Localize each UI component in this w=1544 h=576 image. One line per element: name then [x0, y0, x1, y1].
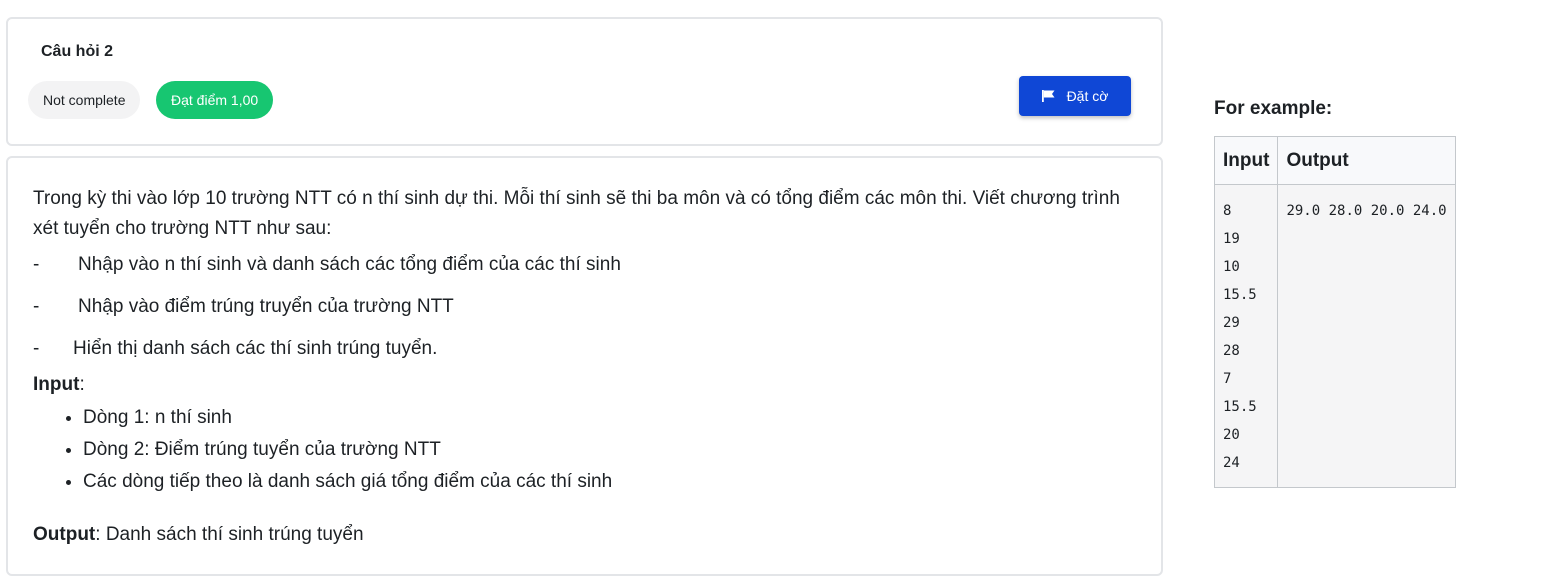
question-title: Câu hỏi 2 [41, 43, 114, 60]
flag-icon [1041, 90, 1055, 102]
example-input-cell: 8 19 10 15.5 29 28 7 15.5 20 24 [1213, 184, 1279, 488]
flag-question-button[interactable]: Đặt cờ [1019, 76, 1131, 116]
grade-badge: Đạt điểm 1,00 [156, 81, 274, 119]
output-heading: Output [33, 524, 96, 545]
example-table: Input Output 8 19 10 15.5 29 28 7 15.5 2… [1213, 136, 1456, 488]
output-section: Output: Danh sách thí sinh trúng tuyển [33, 520, 1143, 550]
example-output-text: 29.0 28.0 20.0 24.0 [1286, 203, 1447, 219]
requirement-text: Nhập vào n thí sinh và danh sách các tổn… [78, 254, 621, 275]
input-list-item: Dòng 2: Điểm trúng tuyển của trường NTT [83, 434, 1143, 466]
example-row: 8 19 10 15.5 29 28 7 15.5 20 24 29.0 28.… [1213, 184, 1456, 488]
completion-status-badge: Not complete [28, 81, 141, 119]
input-heading: Input [33, 374, 80, 395]
dash-marker: - [33, 338, 40, 359]
input-list-item: Dòng 1: n thí sinh [83, 402, 1143, 434]
example-header-row: Input Output [1213, 136, 1456, 185]
requirement-item: - Nhập vào n thí sinh và danh sách các t… [33, 244, 1143, 286]
example-input-text: 8 19 10 15.5 29 28 7 15.5 20 24 [1223, 203, 1257, 471]
question-info-card: Câu hỏi 2 Not complete Đạt điểm 1,00 Đặt… [6, 17, 1163, 146]
requirement-item: - Hiển thị danh sách các thí sinh trúng … [33, 328, 1143, 370]
dash-marker: - [33, 254, 40, 275]
flag-button-label: Đặt cờ [1066, 88, 1109, 104]
requirement-text: Hiển thị danh sách các thí sinh trúng tu… [73, 338, 438, 359]
input-list: Dòng 1: n thí sinh Dòng 2: Điểm trúng tu… [33, 402, 1143, 498]
dash-marker: - [33, 296, 40, 317]
example-output-cell: 29.0 28.0 20.0 24.0 [1277, 184, 1456, 488]
example-output-header: Output [1277, 136, 1456, 185]
question-intro: Trong kỳ thi vào lớp 10 trường NTT có n … [33, 188, 1120, 239]
example-input-header: Input [1213, 136, 1279, 185]
question-content-card: Trong kỳ thi vào lớp 10 trường NTT có n … [6, 156, 1163, 576]
requirement-text: Nhập vào điểm trúng truyển của trường NT… [78, 296, 454, 317]
input-list-item: Các dòng tiếp theo là danh sách giá tổng… [83, 466, 1143, 498]
input-section: Input: [33, 374, 85, 395]
question-text: Trong kỳ thi vào lớp 10 trường NTT có n … [33, 184, 1143, 550]
example-title: For example: [1214, 98, 1333, 119]
output-description: : Danh sách thí sinh trúng tuyển [95, 524, 364, 545]
requirement-item: - Nhập vào điểm trúng truyển của trường … [33, 286, 1143, 328]
